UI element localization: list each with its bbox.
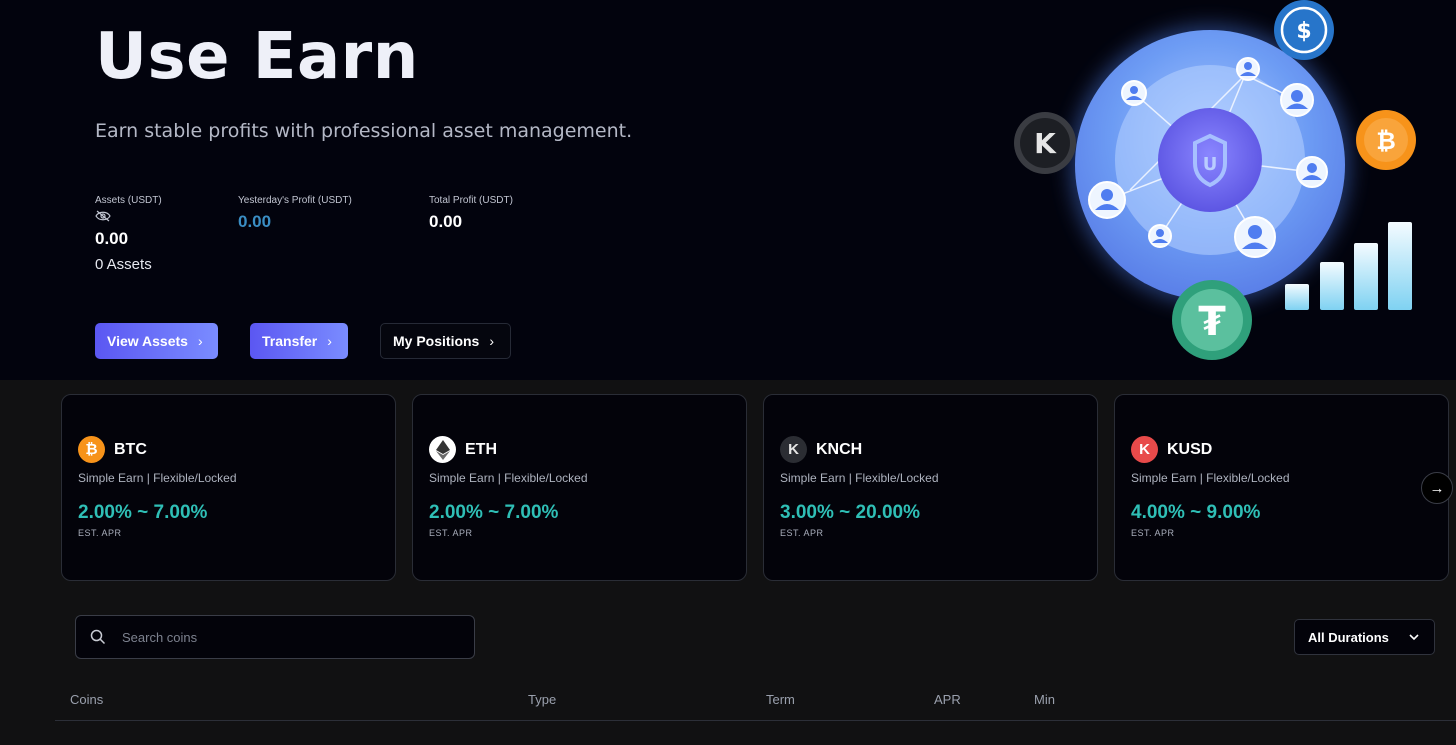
yesterday-profit-label: Yesterday's Profit (USDT)	[238, 195, 352, 206]
bitcoin-icon: ₿	[78, 436, 105, 463]
earn-card-kusd[interactable]: K KUSD Simple Earn | Flexible/Locked 4.0…	[1114, 394, 1449, 581]
search-input[interactable]	[122, 629, 442, 645]
card-product-type: Simple Earn | Flexible/Locked	[1131, 471, 1290, 485]
earn-card-knch[interactable]: K KNCH Simple Earn | Flexible/Locked 3.0…	[763, 394, 1098, 581]
transfer-button[interactable]: Transfer ›	[250, 323, 348, 359]
chevron-right-icon: ›	[197, 333, 203, 349]
assets-label: Assets (USDT)	[95, 195, 162, 206]
card-coin-name: BTC	[114, 440, 147, 458]
card-apr-range: 2.00% ~ 7.00%	[429, 502, 559, 523]
duration-filter-dropdown[interactable]: All Durations	[1294, 619, 1435, 655]
card-product-type: Simple Earn | Flexible/Locked	[429, 471, 588, 485]
column-header-min: Min	[1034, 692, 1055, 707]
svg-text:₿: ₿	[1376, 127, 1396, 155]
card-product-type: Simple Earn | Flexible/Locked	[78, 471, 237, 485]
page-subtitle: Earn stable profits with professional as…	[95, 120, 633, 142]
earn-card-btc[interactable]: ₿ BTC Simple Earn | Flexible/Locked 2.00…	[61, 394, 396, 581]
column-header-coins: Coins	[70, 692, 104, 707]
card-apr-label: EST. APR	[78, 528, 122, 538]
eye-off-icon[interactable]	[95, 210, 111, 222]
card-apr-label: EST. APR	[429, 528, 473, 538]
duration-filter-label: All Durations	[1308, 629, 1389, 645]
card-apr-label: EST. APR	[1131, 528, 1175, 538]
assets-count: 0 Assets	[95, 256, 152, 273]
column-header-type: Type	[528, 692, 557, 707]
transfer-label: Transfer	[262, 333, 318, 349]
card-apr-range: 4.00% ~ 9.00%	[1131, 502, 1261, 523]
view-assets-button[interactable]: View Assets ›	[95, 323, 218, 359]
chevron-right-icon: ›	[327, 333, 332, 349]
card-apr-range: 3.00% ~ 20.00%	[780, 502, 920, 523]
page-title: Use Earn	[95, 20, 419, 94]
arrow-right-icon[interactable]: →	[1421, 472, 1453, 504]
total-profit-stat: Total Profit (USDT) 0.00	[429, 195, 513, 232]
card-coin-name: KUSD	[1167, 440, 1213, 458]
yesterday-profit-value: 0.00	[238, 212, 272, 231]
search-icon	[90, 629, 106, 645]
card-coin-name: KNCH	[816, 440, 863, 458]
svg-text:U: U	[1203, 154, 1218, 175]
ethereum-icon	[429, 436, 456, 463]
my-positions-button[interactable]: My Positions ›	[380, 323, 511, 359]
total-profit-label: Total Profit (USDT)	[429, 195, 513, 206]
kusd-icon: K	[1131, 436, 1158, 463]
assets-stat: Assets (USDT) 0.00 0 Assets	[95, 195, 162, 273]
chevron-right-icon: ›	[489, 333, 495, 349]
my-positions-label: My Positions	[393, 333, 480, 349]
assets-value: 0.00	[95, 229, 129, 248]
earn-network-illustration: U $ K ₿ ₮	[1014, 0, 1416, 360]
total-profit-value: 0.00	[429, 212, 463, 231]
table-header-divider	[55, 720, 1456, 721]
svg-text:K: K	[1034, 127, 1057, 160]
view-assets-label: View Assets	[107, 333, 188, 349]
svg-text:₮: ₮	[1198, 299, 1226, 345]
earn-card-eth[interactable]: ETH Simple Earn | Flexible/Locked 2.00% …	[412, 394, 747, 581]
yesterday-profit-stat: Yesterday's Profit (USDT) 0.00	[238, 195, 352, 232]
card-coin-name: ETH	[465, 440, 497, 458]
column-header-apr: APR	[934, 692, 961, 707]
card-apr-label: EST. APR	[780, 528, 824, 538]
svg-text:$: $	[1296, 19, 1311, 44]
search-box[interactable]	[75, 615, 475, 659]
chevron-down-icon	[1409, 634, 1419, 641]
card-apr-range: 2.00% ~ 7.00%	[78, 502, 208, 523]
knch-icon: K	[780, 436, 807, 463]
column-header-term: Term	[766, 692, 795, 707]
hero-banner: Use Earn Earn stable profits with profes…	[0, 0, 1456, 380]
card-product-type: Simple Earn | Flexible/Locked	[780, 471, 939, 485]
